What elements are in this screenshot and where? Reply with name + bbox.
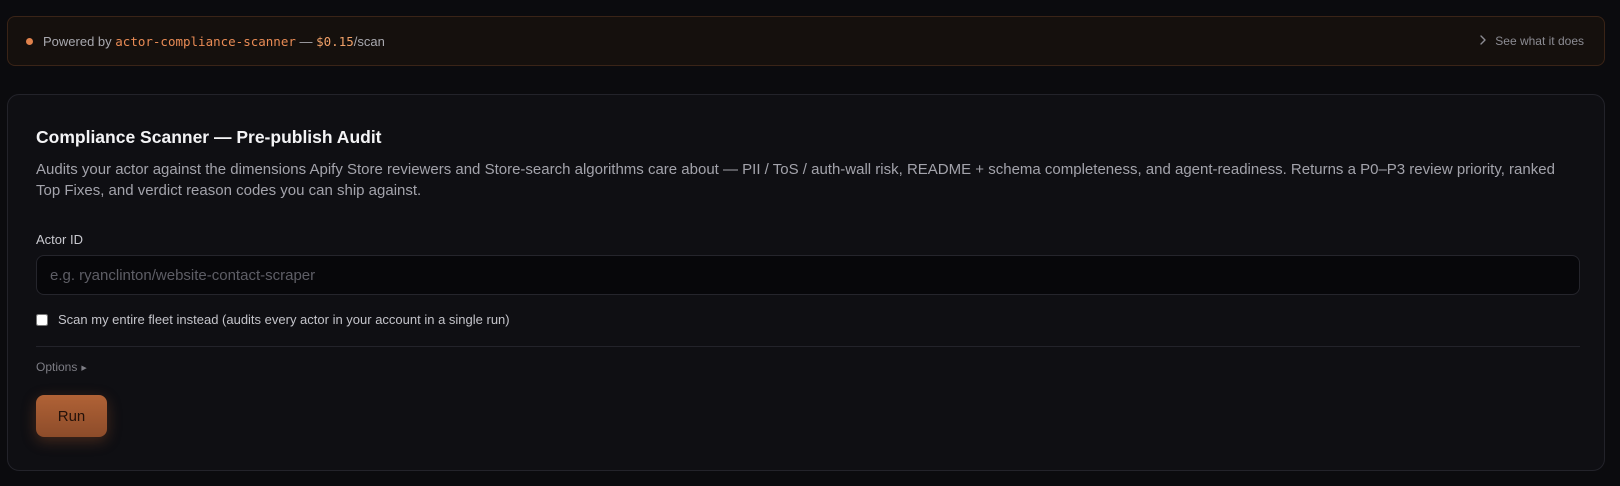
see-what-it-does-link[interactable]: See what it does — [1480, 34, 1584, 48]
actor-name: actor-compliance-scanner — [115, 33, 296, 49]
scanner-card: Compliance Scanner — Pre-publish Audit A… — [7, 94, 1605, 471]
card-title: Compliance Scanner — Pre-publish Audit — [36, 127, 382, 147]
banner-text: Powered by actor-compliance-scanner — $0… — [43, 34, 385, 49]
divider — [36, 346, 1580, 347]
price: $0.15 — [316, 33, 354, 49]
fleet-scan-row: Scan my entire fleet instead (audits eve… — [36, 312, 510, 327]
status-dot-icon — [26, 37, 33, 45]
chevron-right-icon — [1480, 34, 1486, 48]
actor-id-input[interactable] — [36, 255, 1580, 295]
actor-id-label: Actor ID — [36, 232, 83, 247]
options-label: Options — [36, 360, 78, 374]
fleet-scan-label: Scan my entire fleet instead (audits eve… — [58, 312, 510, 327]
banner-prefix: Powered by — [43, 33, 116, 49]
run-button[interactable]: Run — [36, 395, 107, 437]
see-what-it-does-label: See what it does — [1495, 34, 1584, 48]
price-unit: /scan — [353, 33, 385, 49]
card-description: Audits your actor against the dimensions… — [36, 161, 1555, 199]
powered-by-banner: Powered by actor-compliance-scanner — $0… — [7, 16, 1605, 66]
fleet-scan-checkbox[interactable] — [36, 313, 48, 326]
banner-separator: — — [295, 33, 317, 49]
triangle-right-icon: ▶ — [81, 365, 87, 372]
options-toggle[interactable]: Options ▶ — [36, 360, 87, 374]
